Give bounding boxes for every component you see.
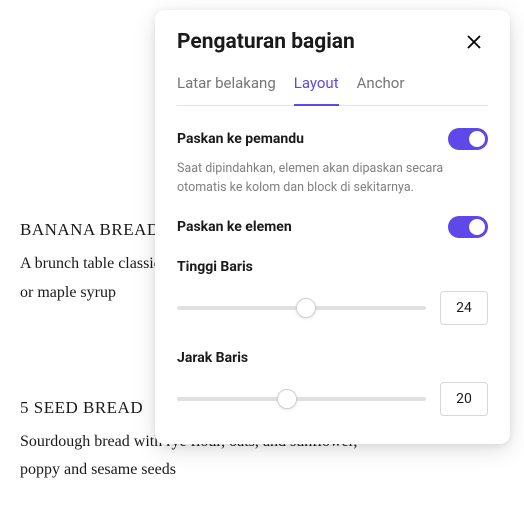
close-button[interactable] [460, 28, 488, 56]
snap-guides-toggle[interactable] [448, 128, 488, 150]
tabs: Latar belakang Layout Anchor [177, 74, 488, 106]
tab-layout[interactable]: Layout [294, 74, 339, 106]
row-height-value[interactable]: 24 [440, 291, 488, 325]
row-gap-label: Jarak Baris [177, 350, 248, 366]
slider-thumb[interactable] [296, 298, 316, 318]
row-height-label: Tinggi Baris [177, 259, 253, 275]
snap-guides-label: Paskan ke pemandu [177, 131, 304, 147]
row-gap-value[interactable]: 20 [440, 382, 488, 416]
snap-guides-desc: Saat dipindahkan, elemen akan dipaskan s… [177, 160, 488, 198]
snap-elements-label: Paskan ke elemen [177, 219, 292, 235]
snap-elements-toggle[interactable] [448, 216, 488, 238]
menu-item-title: BANANA BREAD [20, 220, 160, 240]
row-gap-slider[interactable] [177, 397, 426, 401]
tab-background[interactable]: Latar belakang [177, 74, 276, 106]
section-settings-panel: Pengaturan bagian Latar belakang Layout … [155, 10, 510, 444]
menu-item-title: 5 SEED BREAD [20, 398, 143, 418]
slider-thumb[interactable] [277, 389, 297, 409]
close-icon [466, 34, 482, 50]
tab-anchor[interactable]: Anchor [357, 74, 405, 106]
panel-title: Pengaturan bagian [177, 30, 355, 54]
row-height-slider[interactable] [177, 306, 426, 310]
